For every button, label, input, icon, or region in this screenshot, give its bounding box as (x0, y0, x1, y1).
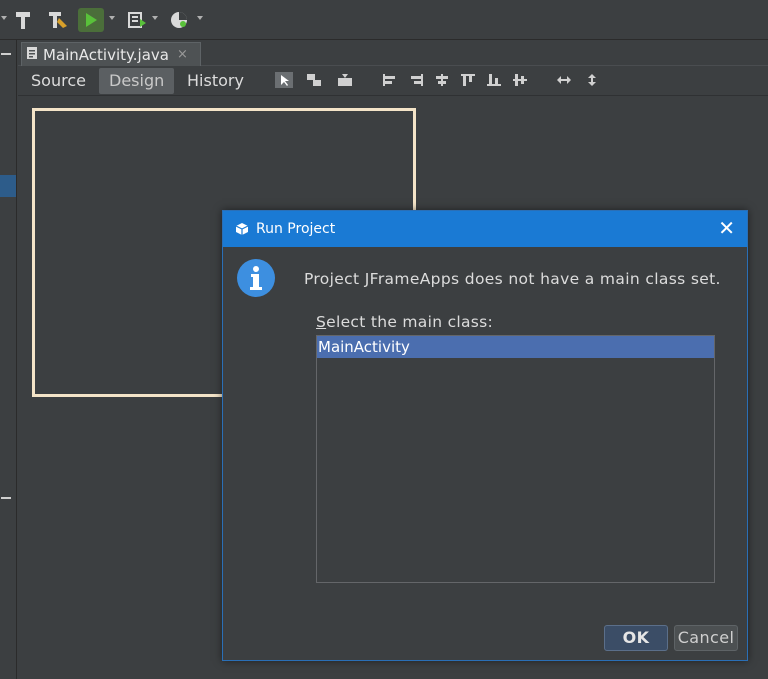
info-icon (237, 259, 275, 297)
profile-dropdown-caret[interactable] (197, 16, 203, 20)
tab-design[interactable]: Design (99, 68, 175, 94)
dialog-title-bar[interactable]: Run Project ✕ (223, 211, 747, 247)
clean-build-icon[interactable] (46, 8, 70, 32)
main-class-list[interactable]: MainActivity (316, 335, 715, 583)
center-vertical-icon[interactable] (513, 74, 527, 86)
left-tool-strip (0, 40, 17, 679)
tab-source[interactable]: Source (21, 68, 96, 94)
dialog-message: Project JFrameApps does not have a main … (304, 270, 721, 288)
center-horizontal-icon[interactable] (435, 74, 449, 86)
ok-button[interactable]: OK (604, 625, 668, 651)
cancel-button[interactable]: Cancel (674, 625, 738, 651)
tab-mainactivity-java[interactable]: MainActivity.java × (21, 42, 201, 66)
editor-mode-bar: Source Design History (18, 66, 768, 96)
align-right-icon[interactable] (409, 74, 423, 86)
minimize-icon[interactable] (1, 53, 11, 55)
select-main-class-label: Select the main class: (316, 313, 493, 331)
profile-icon[interactable] (168, 8, 190, 32)
toolbar-dropdown-caret[interactable] (1, 16, 7, 20)
preview-design-icon[interactable] (338, 74, 352, 86)
dialog-app-icon (235, 223, 249, 235)
editor-tab-bar: MainActivity.java × (18, 40, 768, 66)
debug-dropdown-caret[interactable] (152, 16, 158, 20)
list-item[interactable]: MainActivity (317, 336, 714, 358)
minimize-icon[interactable] (1, 497, 11, 499)
close-icon[interactable]: × (177, 47, 188, 62)
resize-vertical-icon[interactable] (586, 74, 598, 86)
project-tree-selection[interactable] (0, 175, 16, 197)
dialog-title: Run Project (256, 221, 336, 237)
hammer-icon[interactable] (12, 8, 34, 32)
close-icon[interactable]: ✕ (718, 217, 735, 239)
resize-horizontal-icon[interactable] (557, 74, 571, 86)
debug-icon[interactable] (126, 8, 148, 32)
mnemonic-letter: S (316, 313, 327, 331)
run-project-dialog: Run Project ✕ Project JFrameApps does no… (222, 210, 748, 661)
run-icon[interactable] (78, 8, 104, 32)
selection-mode-icon[interactable] (275, 72, 293, 88)
label-text: elect the main class: (326, 313, 494, 331)
connection-mode-icon[interactable] (307, 74, 321, 86)
tab-history[interactable]: History (177, 68, 254, 94)
align-top-icon[interactable] (461, 74, 475, 86)
tab-label: MainActivity.java (43, 45, 169, 64)
run-dropdown-caret[interactable] (109, 16, 115, 20)
main-toolbar (0, 0, 768, 40)
align-bottom-icon[interactable] (487, 74, 501, 86)
align-left-icon[interactable] (383, 74, 397, 86)
java-file-icon (26, 45, 38, 64)
